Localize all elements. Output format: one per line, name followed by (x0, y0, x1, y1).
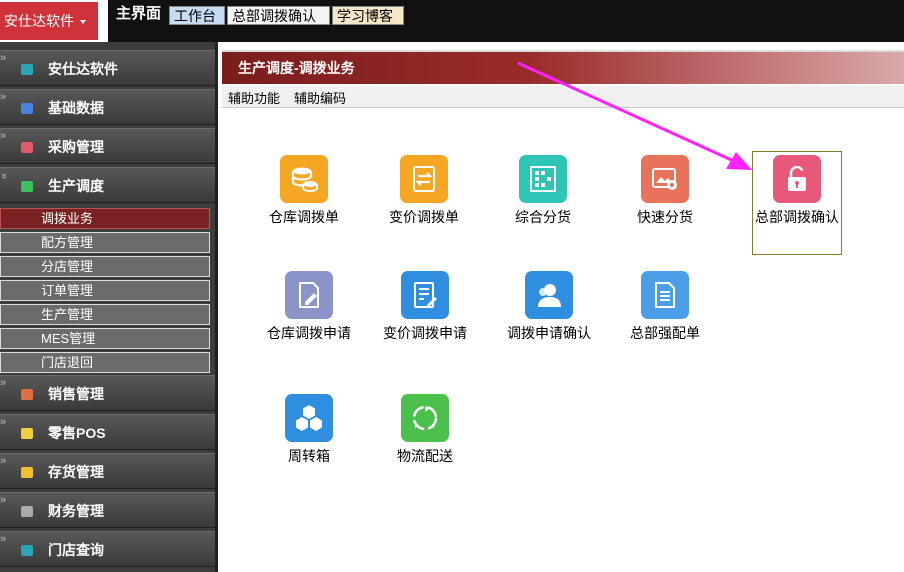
annotation-arrow (517, 61, 752, 170)
